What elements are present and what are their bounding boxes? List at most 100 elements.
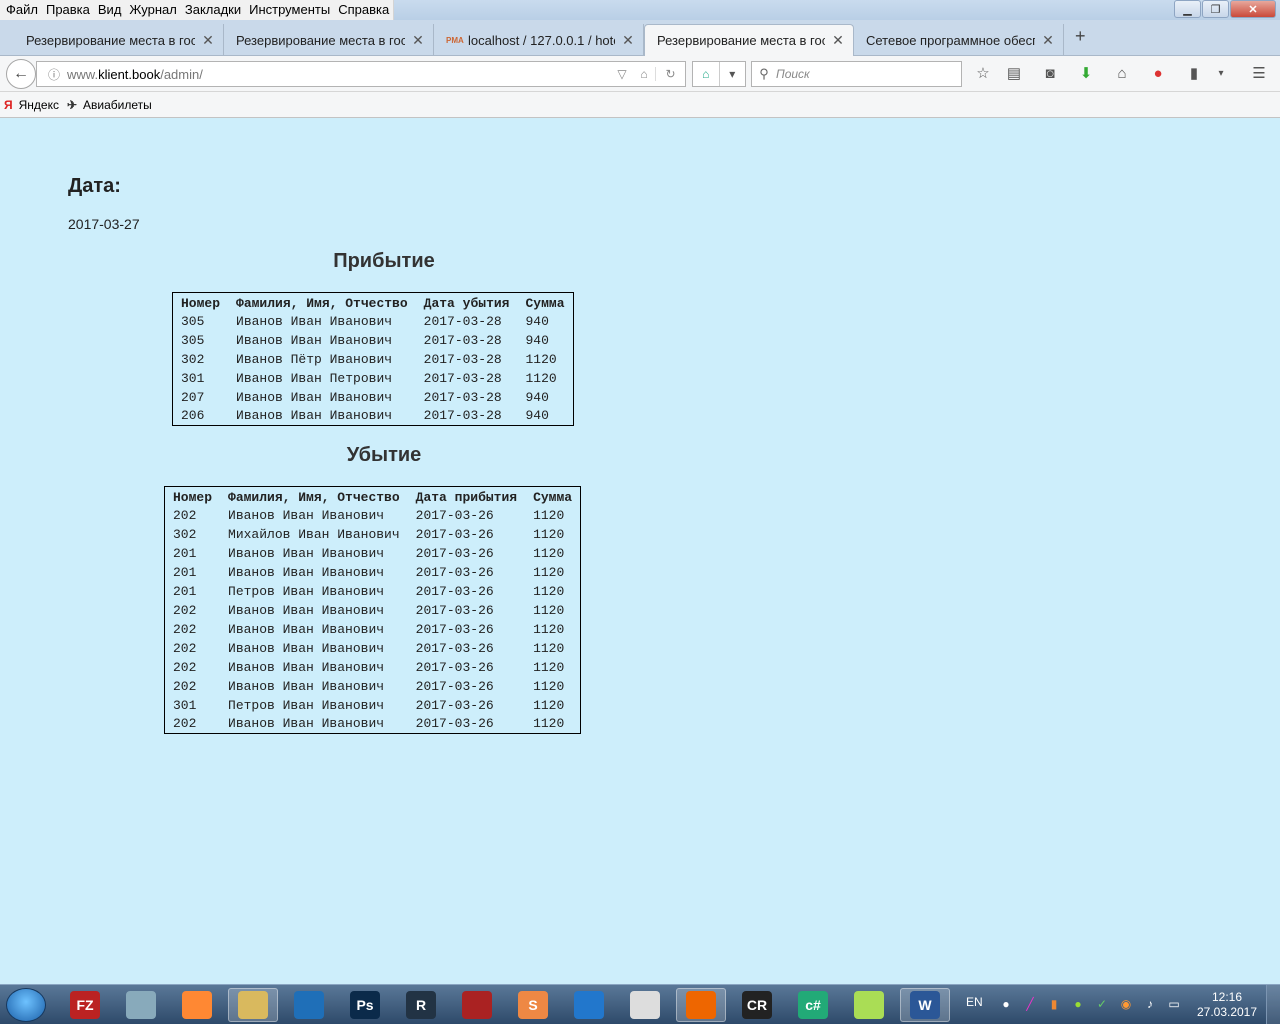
- new-tab-icon[interactable]: +: [1075, 26, 1086, 47]
- extension-icon[interactable]: ●: [1147, 64, 1169, 84]
- restore-button[interactable]: ❐: [1202, 0, 1229, 18]
- table-cell: 202: [173, 621, 197, 637]
- addon-box[interactable]: ⌂ ▾: [692, 61, 746, 87]
- close-window-button[interactable]: ✕: [1230, 0, 1276, 18]
- volume-icon[interactable]: ♪: [1142, 997, 1158, 1013]
- app-tray-icon[interactable]: ◉: [1118, 997, 1134, 1013]
- crystal-reports-icon: CR: [742, 991, 772, 1019]
- taskbar-app-explorer[interactable]: [228, 988, 278, 1022]
- site-home-icon[interactable]: ⌂: [633, 67, 655, 81]
- menu-tools[interactable]: Инструменты: [245, 0, 334, 20]
- addon-icon[interactable]: ⌂: [693, 62, 719, 86]
- minimize-button[interactable]: ▁: [1174, 0, 1201, 18]
- table-cell: Иванов Иван Петрович: [236, 370, 393, 386]
- home-icon[interactable]: ⌂: [1111, 64, 1133, 84]
- table-cell: 202: [173, 640, 197, 656]
- taskbar-app-revit[interactable]: R: [396, 988, 446, 1022]
- checkmark-icon[interactable]: ✓: [1094, 997, 1110, 1013]
- tab-3[interactable]: PMA localhost / 127.0.0.1 / hotel… ✕: [434, 24, 644, 56]
- spy-icon[interactable]: ●: [998, 997, 1014, 1013]
- table-row: 301 Иванов Иван Петрович 2017-03-28 1120: [173, 369, 574, 388]
- info-icon[interactable]: ⓘ: [41, 66, 67, 83]
- media-player-icon: [182, 991, 212, 1019]
- start-button[interactable]: [6, 988, 46, 1022]
- app-bolt-icon: [574, 991, 604, 1019]
- table-row: 202 Иванов Иван Иванович 2017-03-26 1120: [165, 677, 581, 696]
- chart-icon[interactable]: ▮: [1046, 997, 1062, 1013]
- dropdown-arrow-icon[interactable]: ▽: [611, 67, 633, 81]
- url-text[interactable]: www.klient.book/admin/: [67, 67, 611, 82]
- table-cell: 940: [525, 313, 549, 329]
- clock[interactable]: 12:16 27.03.2017: [1196, 990, 1258, 1020]
- network-icon[interactable]: ▭: [1166, 997, 1182, 1013]
- chevron-down-icon[interactable]: ▾: [718, 62, 746, 86]
- reload-icon[interactable]: ↻: [655, 67, 685, 81]
- table-row: 202 Иванов Иван Иванович 2017-03-26 1120: [165, 658, 581, 677]
- table-cell: 2017-03-26: [415, 697, 494, 713]
- table-cell: 1120: [533, 678, 565, 694]
- table-cell: Иванов Иван Иванович: [228, 659, 385, 675]
- pocket-icon[interactable]: ◙: [1039, 64, 1061, 84]
- tab-1[interactable]: Резервирование места в гост… ✕: [14, 24, 224, 56]
- taskbar-app-photoshop[interactable]: Ps: [340, 988, 390, 1022]
- status-icon[interactable]: ●: [1070, 997, 1086, 1013]
- menu-edit[interactable]: Правка: [42, 0, 94, 20]
- table-cell: Петров Иван Иванович: [228, 697, 385, 713]
- taskbar-app-firefox[interactable]: [676, 988, 726, 1022]
- table-cell: 305: [181, 313, 205, 329]
- search-input[interactable]: Поиск: [776, 67, 810, 81]
- tab-close-icon[interactable]: ✕: [201, 32, 215, 49]
- language-indicator[interactable]: EN: [966, 995, 983, 1009]
- tab-5[interactable]: Сетевое программное обесп… ✕: [854, 24, 1064, 56]
- yandex-icon: Я: [4, 97, 13, 112]
- reading-list-icon[interactable]: ▤: [1003, 64, 1025, 84]
- taskbar-app-crystal-reports[interactable]: CR: [732, 988, 782, 1022]
- departure-table: Номер Фамилия, Имя, Отчество Дата прибытия…: [164, 486, 582, 734]
- menu-history[interactable]: Журнал: [125, 0, 180, 20]
- menu-file[interactable]: Файл: [2, 0, 42, 20]
- tab-4-active[interactable]: Резервирование места в гост… ✕: [644, 24, 854, 56]
- table-cell: 1120: [533, 659, 565, 675]
- url-bar[interactable]: ⓘ www.klient.book/admin/ ▽ ⌂ ↻: [36, 61, 686, 87]
- bookmark-yandex[interactable]: Я Яндекс: [4, 98, 59, 112]
- taskbar-app-autocad[interactable]: [452, 988, 502, 1022]
- tab-close-icon[interactable]: ✕: [831, 32, 845, 49]
- tab-close-icon[interactable]: ✕: [621, 32, 635, 49]
- taskbar-app-app-bolt[interactable]: [564, 988, 614, 1022]
- table-cell: 2017-03-28: [423, 313, 502, 329]
- table-cell: 1120: [533, 564, 565, 580]
- table-cell: 207: [181, 389, 205, 405]
- taskbar-app-media-player[interactable]: [172, 988, 222, 1022]
- word-icon: W: [910, 991, 940, 1019]
- table-row: 201 Иванов Иван Иванович 2017-03-26 1120: [165, 544, 581, 563]
- menu-view[interactable]: Вид: [94, 0, 126, 20]
- taskbar-app-csharp[interactable]: c#: [788, 988, 838, 1022]
- taskbar-app-download-manager[interactable]: [284, 988, 334, 1022]
- tab-close-icon[interactable]: ✕: [411, 32, 425, 49]
- download-icon[interactable]: ⬇: [1075, 64, 1097, 84]
- tab-close-icon[interactable]: ✕: [1041, 32, 1055, 49]
- bookmark-avia[interactable]: ✈ Авиабилеты: [67, 98, 152, 112]
- taskbar-app-filezilla[interactable]: FZ: [60, 988, 110, 1022]
- table-cell: 1120: [533, 602, 565, 618]
- chevron-down-icon[interactable]: ▾: [1210, 64, 1232, 84]
- menu-bookmarks[interactable]: Закладки: [181, 0, 245, 20]
- table-cell: 940: [525, 389, 549, 405]
- taskbar-app-virtualbox[interactable]: [116, 988, 166, 1022]
- search-bar[interactable]: ⚲ Поиск: [751, 61, 962, 87]
- bookmark-star-icon[interactable]: ☆: [972, 64, 994, 84]
- table-cell: Иванов Иван Иванович: [228, 564, 385, 580]
- taskbar-app-chrome[interactable]: [620, 988, 670, 1022]
- menu-icon[interactable]: ☰: [1248, 64, 1270, 84]
- pen-icon[interactable]: ╱: [1022, 997, 1038, 1013]
- table-cell: 2017-03-26: [415, 621, 494, 637]
- tab-2[interactable]: Резервирование места в гост… ✕: [224, 24, 434, 56]
- taskbar-app-word[interactable]: W: [900, 988, 950, 1022]
- table-cell: Иванов Иван Иванович: [228, 621, 385, 637]
- back-button[interactable]: ←: [6, 59, 36, 89]
- taskbar-app-notepad-plus[interactable]: [844, 988, 894, 1022]
- clipboard-icon[interactable]: ▮: [1183, 64, 1205, 84]
- menu-help[interactable]: Справка: [334, 0, 393, 20]
- taskbar-app-app-s[interactable]: S: [508, 988, 558, 1022]
- show-desktop-button[interactable]: [1266, 985, 1280, 1024]
